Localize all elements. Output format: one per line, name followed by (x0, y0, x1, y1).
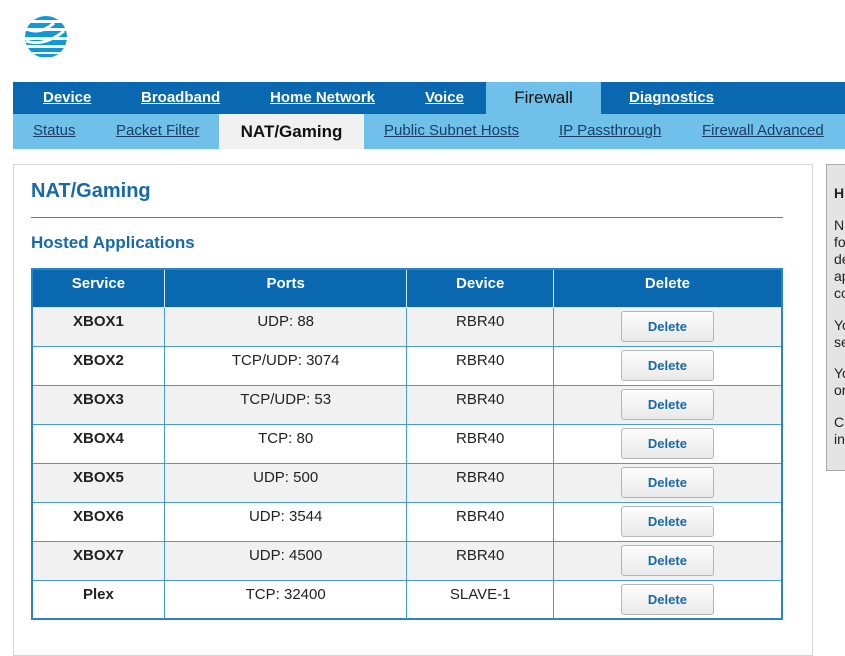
delete-button[interactable]: Delete (620, 349, 714, 381)
subnav-packet-filter[interactable]: Packet Filter (116, 114, 199, 149)
column-header-service: Service (31, 268, 165, 308)
nav-home-network[interactable]: Home Network (270, 82, 375, 114)
nav-firewall-active[interactable]: Firewall (486, 82, 601, 114)
service-cell: Plex (31, 579, 165, 620)
nav-diagnostics[interactable]: Diagnostics (629, 82, 714, 114)
table-row: XBOX7 UDP: 4500 RBR40 Delete (31, 540, 783, 581)
delete-button[interactable]: Delete (620, 310, 714, 342)
delete-button[interactable]: Delete (620, 427, 714, 459)
table-row: XBOX4 TCP: 80 RBR40 Delete (31, 423, 783, 464)
ports-cell: TCP: 80 (163, 423, 408, 464)
att-globe-logo (25, 16, 67, 58)
help-paragraph: Yo or (834, 365, 845, 399)
subnav-ip-passthrough[interactable]: IP Passthrough (559, 114, 661, 149)
device-cell: RBR40 (406, 501, 554, 542)
service-cell: XBOX7 (31, 540, 165, 581)
service-cell: XBOX5 (31, 462, 165, 503)
content-panel: NAT/Gaming Hosted Applications Service P… (13, 164, 813, 656)
delete-button[interactable]: Delete (620, 583, 714, 615)
nav-voice[interactable]: Voice (425, 82, 464, 114)
help-line: N (834, 217, 845, 233)
help-line: or (834, 382, 845, 398)
help-paragraph: N fo de ap co (834, 217, 845, 302)
table-row: XBOX5 UDP: 500 RBR40 Delete (31, 462, 783, 503)
device-cell: RBR40 (406, 345, 554, 386)
help-paragraph: C in (834, 414, 845, 448)
section-title: Hosted Applications (31, 233, 195, 252)
delete-button[interactable]: Delete (620, 466, 714, 498)
delete-cell: Delete (552, 540, 783, 581)
subnav-nat-gaming-active[interactable]: NAT/Gaming (219, 114, 364, 149)
device-cell: SLAVE-1 (406, 579, 554, 620)
device-cell: RBR40 (406, 384, 554, 425)
delete-cell: Delete (552, 423, 783, 464)
help-sidebar: H N fo de ap co Yo se Yo or C in (826, 164, 845, 471)
page-title: NAT/Gaming (31, 180, 151, 202)
service-cell: XBOX4 (31, 423, 165, 464)
help-line: Yo (834, 317, 845, 333)
nav-device[interactable]: Device (43, 82, 91, 114)
help-title: H (834, 185, 845, 201)
column-header-delete: Delete (552, 268, 783, 308)
table-row: XBOX1 UDP: 88 RBR40 Delete (31, 306, 783, 347)
delete-cell: Delete (552, 306, 783, 347)
service-cell: XBOX6 (31, 501, 165, 542)
nav-broadband[interactable]: Broadband (141, 82, 220, 114)
ports-cell: TCP/UDP: 3074 (163, 345, 408, 386)
column-header-device: Device (406, 268, 554, 308)
subnav-status[interactable]: Status (33, 114, 76, 149)
help-line: de (834, 251, 845, 267)
service-cell: XBOX3 (31, 384, 165, 425)
column-header-ports: Ports (163, 268, 408, 308)
table-row: XBOX3 TCP/UDP: 53 RBR40 Delete (31, 384, 783, 425)
help-line: ap (834, 268, 845, 284)
table-row: XBOX6 UDP: 3544 RBR40 Delete (31, 501, 783, 542)
ports-cell: UDP: 500 (163, 462, 408, 503)
subnav-firewall-advanced[interactable]: Firewall Advanced (702, 114, 824, 149)
help-paragraph: Yo se (834, 317, 845, 351)
delete-button[interactable]: Delete (620, 544, 714, 576)
help-line: Yo (834, 365, 845, 381)
table-row: Plex TCP: 32400 SLAVE-1 Delete (31, 579, 783, 620)
delete-button[interactable]: Delete (620, 505, 714, 537)
title-divider (31, 217, 783, 218)
delete-cell: Delete (552, 384, 783, 425)
delete-cell: Delete (552, 462, 783, 503)
secondary-nav: Status Packet Filter NAT/Gaming Public S… (13, 114, 845, 149)
table-row: XBOX2 TCP/UDP: 3074 RBR40 Delete (31, 345, 783, 386)
device-cell: RBR40 (406, 540, 554, 581)
ports-cell: UDP: 88 (163, 306, 408, 347)
service-cell: XBOX2 (31, 345, 165, 386)
ports-cell: UDP: 4500 (163, 540, 408, 581)
table-header-row: Service Ports Device Delete (31, 268, 783, 308)
hosted-applications-table: Service Ports Device Delete XBOX1 UDP: 8… (31, 268, 783, 620)
delete-cell: Delete (552, 579, 783, 620)
ports-cell: TCP/UDP: 53 (163, 384, 408, 425)
device-cell: RBR40 (406, 423, 554, 464)
ports-cell: TCP: 32400 (163, 579, 408, 620)
help-line: se (834, 334, 845, 350)
delete-button[interactable]: Delete (620, 388, 714, 420)
ports-cell: UDP: 3544 (163, 501, 408, 542)
help-line: in (834, 431, 845, 447)
primary-nav: Device Broadband Home Network Voice Fire… (13, 82, 845, 114)
delete-cell: Delete (552, 501, 783, 542)
help-line: fo (834, 234, 845, 250)
help-line: C (834, 414, 845, 430)
service-cell: XBOX1 (31, 306, 165, 347)
device-cell: RBR40 (406, 462, 554, 503)
subnav-public-subnet-hosts[interactable]: Public Subnet Hosts (384, 114, 519, 149)
delete-cell: Delete (552, 345, 783, 386)
device-cell: RBR40 (406, 306, 554, 347)
help-line: co (834, 285, 845, 301)
